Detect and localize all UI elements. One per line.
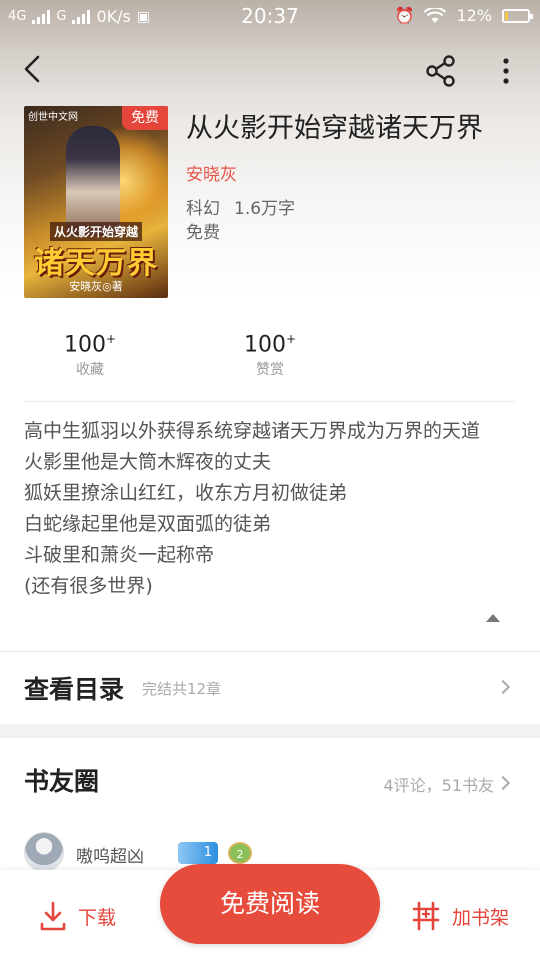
description-line: (还有很多世界) (24, 575, 153, 597)
bottom-action-bar: 下载 免费阅读 加书架 (0, 864, 540, 960)
download-button[interactable]: 下载 (38, 900, 116, 932)
description-line: 斗破里和萧炎一起称帝 (24, 544, 215, 566)
wifi-icon (424, 7, 447, 23)
circle-summary: 4评论，51书友 (383, 776, 494, 795)
top-nav (0, 50, 540, 90)
battery-icon (502, 8, 533, 23)
alarm-icon: ⏰ (394, 6, 415, 25)
medal-icon: 2 (228, 842, 252, 864)
description-line: 高中生狐羽以外获得系统穿越诸天万界成为万界的天道 (24, 420, 481, 442)
stat-favorites[interactable]: 100+ 收藏 (40, 332, 140, 379)
username: 嗷呜超凶 (76, 847, 144, 867)
battery-fill (505, 11, 508, 20)
book-description[interactable]: 高中生狐羽以外获得系统穿越诸天万界成为万界的天道 火影里他是大筒木辉夜的丈夫 狐… (24, 416, 524, 602)
stat-rewards[interactable]: 100+ 赞赏 (220, 332, 320, 379)
book-meta: 科幻 1.6万字 (186, 194, 295, 219)
description-line: 火影里他是大筒木辉夜的丈夫 (24, 451, 272, 473)
share-icon[interactable] (424, 54, 458, 88)
status-bar: 4G G 0K/s ▣ 20:37 ⏰ 12% (0, 0, 540, 34)
cover-title: 诸天万界 (34, 246, 158, 281)
toc-title: 查看目录 (24, 675, 125, 704)
back-arrow-icon[interactable] (18, 54, 48, 84)
author-link[interactable]: 安晓灰 (186, 160, 237, 185)
chevron-right-icon (495, 679, 511, 695)
collapse-arrow-icon[interactable] (486, 614, 500, 622)
more-options-icon[interactable] (494, 54, 518, 88)
divider (24, 401, 516, 402)
circle-title: 书友圈 (24, 767, 100, 796)
table-of-contents-row[interactable]: 查看目录 完结共12章 (0, 652, 540, 722)
cover-character (66, 126, 120, 236)
description-line: 白蛇缘起里他是双面弧的徒弟 (24, 513, 272, 535)
word-count: 1.6万字 (234, 199, 296, 219)
cover-publisher-mark: 创世中文网 (28, 112, 78, 123)
stat-value: 100+ (63, 332, 117, 358)
toc-summary: 完结共12章 (142, 680, 222, 698)
avatar[interactable] (24, 832, 64, 872)
cover-author: 安晓灰◎著 (69, 280, 123, 293)
battery-percent: 12% (456, 6, 492, 25)
free-read-button[interactable]: 免费阅读 (160, 864, 380, 944)
free-badge: 免费 (122, 106, 168, 130)
stat-label: 收藏 (76, 362, 104, 379)
book-genre: 科幻 (186, 199, 220, 219)
description-line: 狐妖里撩涂山红红，收东方月初做徒弟 (24, 482, 348, 504)
download-label: 下载 (78, 906, 117, 929)
chevron-right-icon (495, 775, 511, 791)
status-right: ⏰ 12% (394, 6, 533, 25)
book-title: 从火影开始穿越诸天万界 (186, 113, 483, 144)
add-shelf-label: 加书架 (452, 906, 510, 929)
bookshelf-icon (412, 901, 440, 931)
section-gap (0, 724, 540, 738)
book-cover[interactable]: 创世中文网 免费 从火影开始穿越 诸天万界 安晓灰◎著 (24, 106, 168, 298)
price-label: 免费 (186, 223, 220, 243)
stat-label: 赞赏 (256, 362, 284, 379)
add-to-shelf-button[interactable]: 加书架 (410, 900, 509, 932)
stat-value: 100+ (243, 332, 297, 358)
level-badge: 1 (178, 842, 218, 864)
download-icon (40, 901, 66, 931)
